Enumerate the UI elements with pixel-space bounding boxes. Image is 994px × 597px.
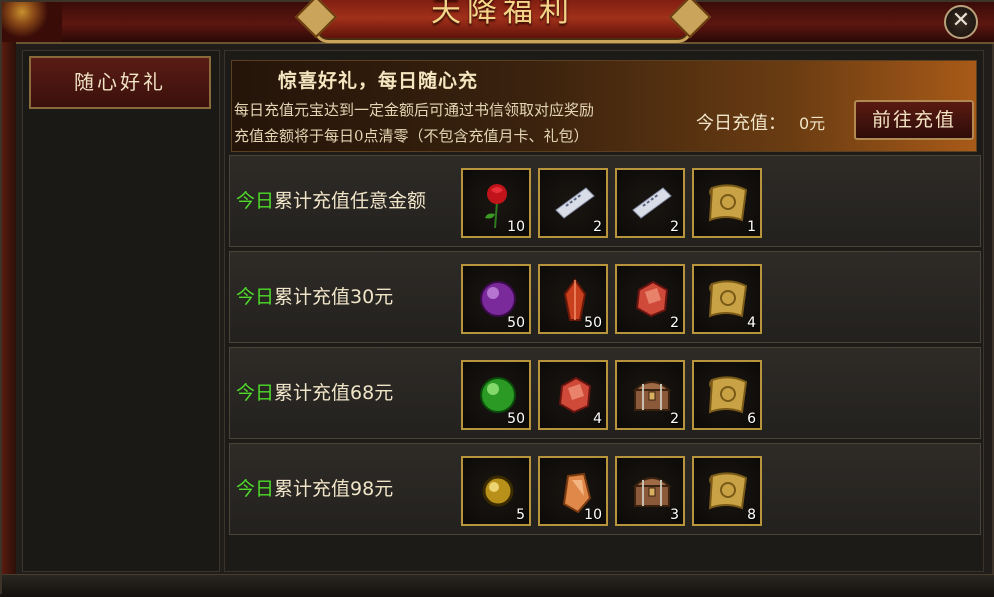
reward-item-slot[interactable]: 4 [538, 360, 608, 430]
promo-banner: 惊喜好礼，每日随心充 每日充值元宝达到一定金额后可通过书信领取对应奖励 充值金额… [231, 60, 977, 152]
reward-item-slot[interactable]: 8 [692, 456, 762, 526]
banner-description-line2: 充值金额将于每日0点清零（不包含充值月卡、礼包） [234, 127, 589, 145]
today-highlight: 今日 [236, 382, 275, 404]
reward-row-label: 今日累计充值98元 [236, 444, 393, 534]
requirement-text: 累计充值68元 [274, 382, 394, 404]
go-recharge-button[interactable]: 前往充值 [854, 100, 974, 140]
requirement-text: 累计充值30元 [274, 286, 394, 308]
reward-item-slot[interactable]: 50 [461, 360, 531, 430]
reward-row-label: 今日累计充值30元 [236, 252, 393, 342]
banner-description-line1: 每日充值元宝达到一定金额后可通过书信领取对应奖励 [234, 101, 595, 119]
reward-row-label: 今日累计充值任意金额 [236, 156, 426, 246]
reward-item-slot[interactable]: 50 [538, 264, 608, 334]
reward-item-slot[interactable]: 3 [615, 456, 685, 526]
item-count: 10 [584, 507, 602, 523]
reward-item-slot[interactable]: 5 [461, 456, 531, 526]
left-border-decoration [2, 42, 16, 596]
today-recharge-value: 0元 [799, 114, 826, 133]
item-count: 10 [507, 219, 525, 235]
item-count: 2 [670, 219, 679, 235]
item-count: 50 [584, 315, 602, 331]
title-plate: 天降福利 [314, 0, 692, 43]
banner-title: 惊喜好礼，每日随心充 [278, 70, 479, 92]
item-count: 50 [507, 411, 525, 427]
reward-row: 今日累计充值98元 5 10 3 8 [229, 443, 981, 535]
reward-item-slot[interactable]: 2 [538, 168, 608, 238]
item-count: 6 [747, 411, 756, 427]
reward-item-slot[interactable]: 10 [538, 456, 608, 526]
reward-item-slot[interactable]: 50 [461, 264, 531, 334]
dragon-ornament-icon [2, 2, 62, 42]
reward-row: 今日累计充值30元 50 50 2 4 [229, 251, 981, 343]
today-highlight: 今日 [236, 286, 275, 308]
reward-item-slot[interactable]: 4 [692, 264, 762, 334]
today-highlight: 今日 [236, 478, 275, 500]
title-bar: 天降福利 ✕ [2, 0, 994, 44]
sidebar: 随心好礼 [22, 50, 220, 572]
reward-item-slot[interactable]: 2 [615, 264, 685, 334]
tab-suixin-haoli[interactable]: 随心好礼 [29, 56, 211, 109]
item-count: 2 [670, 315, 679, 331]
close-button[interactable]: ✕ [944, 5, 978, 39]
main-panel: 惊喜好礼，每日随心充 每日充值元宝达到一定金额后可通过书信领取对应奖励 充值金额… [224, 50, 984, 572]
reward-row: 今日累计充值任意金额 10 2 2 1 [229, 155, 981, 247]
item-count: 8 [747, 507, 756, 523]
item-count: 2 [670, 411, 679, 427]
item-count: 50 [507, 315, 525, 331]
reward-item-slot[interactable]: 10 [461, 168, 531, 238]
item-count: 5 [516, 507, 525, 523]
today-highlight: 今日 [236, 190, 275, 212]
event-window: 天降福利 ✕ 随心好礼 惊喜好礼，每日随心充 每日充值元宝达到一定金额后可通过书… [0, 0, 994, 597]
reward-item-slot[interactable]: 1 [692, 168, 762, 238]
requirement-text: 累计充值98元 [274, 478, 394, 500]
today-recharge-label: 今日充值： [696, 113, 786, 134]
reward-item-slot[interactable]: 6 [692, 360, 762, 430]
window-title: 天降福利 [431, 0, 575, 29]
item-count: 4 [593, 411, 602, 427]
item-count: 4 [747, 315, 756, 331]
item-count: 3 [670, 507, 679, 523]
reward-row-label: 今日累计充值68元 [236, 348, 393, 438]
reward-item-slot[interactable]: 2 [615, 360, 685, 430]
requirement-text: 累计充值任意金额 [274, 190, 427, 212]
reward-row: 今日累计充值68元 50 4 2 6 [229, 347, 981, 439]
reward-item-slot[interactable]: 2 [615, 168, 685, 238]
item-count: 2 [593, 219, 602, 235]
item-count: 1 [747, 219, 756, 235]
